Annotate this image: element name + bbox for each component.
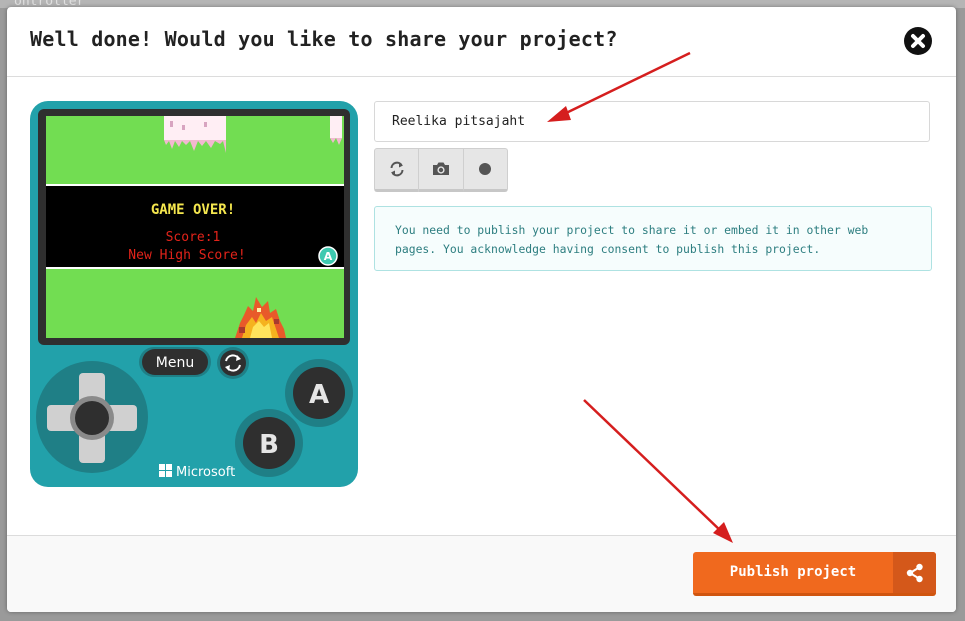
d-pad[interactable]: [36, 361, 148, 473]
a-button[interactable]: A: [285, 359, 353, 427]
close-button[interactable]: [904, 27, 932, 55]
top-pillar: [164, 116, 226, 140]
dialog-title: Well done! Would you like to share your …: [30, 27, 618, 51]
record-icon: [479, 163, 492, 175]
a-button-label: A: [309, 380, 329, 410]
refresh-icon: [390, 161, 404, 177]
share-icon: [906, 563, 923, 583]
b-button[interactable]: B: [235, 409, 303, 477]
d-pad-center: [75, 401, 109, 435]
score-text: Score:1: [166, 230, 221, 245]
take-screenshot-button[interactable]: [419, 148, 464, 192]
publish-project-button[interactable]: Publish project: [693, 552, 936, 596]
menu-button[interactable]: Menu: [139, 347, 211, 377]
restart-button[interactable]: [217, 347, 249, 379]
share-icon-wrap: [893, 552, 936, 593]
project-name-input[interactable]: [374, 101, 930, 142]
top-pillar-right: [330, 116, 342, 138]
record-button[interactable]: [463, 148, 508, 192]
dialog-header: Well done! Would you like to share your …: [7, 7, 956, 77]
close-icon: [911, 34, 925, 48]
high-score-text: New High Score!: [128, 248, 245, 263]
b-button-label: B: [259, 430, 279, 460]
microsoft-brand-text: Microsoft: [176, 465, 235, 480]
dialog-body: GAME OVER! Score:1 New High Score! A Men…: [7, 77, 956, 535]
menu-label: Menu: [156, 355, 194, 371]
a-badge-label: A: [324, 250, 333, 263]
refresh-screenshot-button[interactable]: [374, 148, 420, 192]
game-over-text: GAME OVER!: [151, 202, 235, 218]
capture-button-group: [374, 148, 508, 192]
publish-label: Publish project: [729, 564, 857, 580]
game-screen: GAME OVER! Score:1 New High Score! A: [46, 116, 344, 338]
dialog-footer: Publish project: [7, 535, 956, 612]
game-simulator: GAME OVER! Score:1 New High Score! A Men…: [30, 101, 358, 487]
publish-info-message: You need to publish your project to shar…: [374, 206, 932, 271]
camera-icon: [432, 162, 449, 175]
screen-bottom-area: [46, 269, 344, 338]
share-dialog: Well done! Would you like to share your …: [7, 7, 956, 612]
